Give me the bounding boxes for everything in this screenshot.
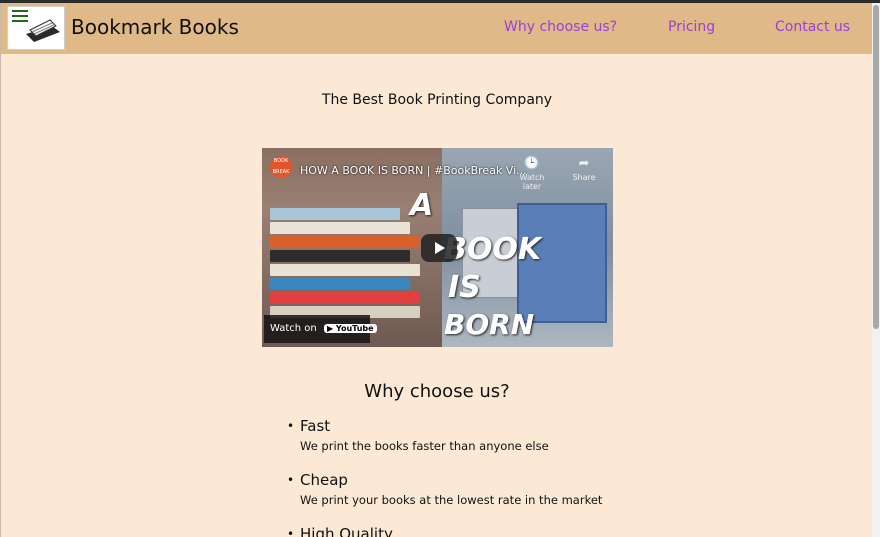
watch-on-youtube-button[interactable]: Watch on ▶ YouTube (264, 315, 377, 343)
feature-description: We print the books faster than anyone el… (300, 439, 549, 453)
share-button[interactable]: ➦ Share (568, 156, 600, 182)
video-title[interactable]: HOW A BOOK IS BORN | #BookBreak Vi... (300, 164, 527, 177)
share-icon: ➦ (578, 156, 590, 171)
nav-contact-us[interactable]: Contact us (775, 19, 850, 35)
overlay-word-book: BOOK (444, 232, 542, 267)
feature-item: High Quality (287, 524, 767, 537)
page-viewport: Bookmark Books Why choose us? Pricing Co… (0, 3, 872, 537)
play-icon[interactable] (421, 234, 457, 262)
youtube-logo-icon: ▶ YouTube (323, 324, 377, 333)
brand-name: Bookmark Books (71, 15, 239, 39)
video-embed[interactable]: A BOOK IS BORN BOOK BREAK HOW A BOOK IS … (262, 148, 613, 347)
feature-description: We print your books at the lowest rate i… (300, 493, 603, 507)
book-icon (26, 19, 60, 42)
nav-pricing[interactable]: Pricing (668, 19, 715, 35)
nav-why-choose-us[interactable]: Why choose us? (504, 19, 617, 35)
features-list: Fast We print the books faster than anyo… (287, 416, 767, 537)
overlay-word-born: BORN (444, 308, 535, 341)
feature-item: Cheap We print your books at the lowest … (287, 470, 767, 508)
channel-avatar[interactable]: BOOK BREAK (270, 156, 292, 178)
scrollbar-thumb[interactable] (873, 5, 879, 329)
logo[interactable] (7, 6, 65, 50)
feature-name: Fast (287, 416, 767, 436)
feature-item: Fast We print the books faster than anyo… (287, 416, 767, 454)
clock-icon: 🕒 (523, 156, 541, 171)
feature-name: High Quality (287, 524, 767, 537)
feature-name: Cheap (287, 470, 767, 490)
watch-later-button[interactable]: 🕒 Watch later (510, 156, 554, 191)
scrollbar[interactable] (872, 3, 880, 537)
section-title-why-choose-us: Why choose us? (364, 381, 510, 402)
overlay-word-a: A (410, 188, 434, 223)
overlay-word-is: IS (448, 270, 481, 305)
tagline: The Best Book Printing Company (321, 92, 553, 108)
site-header: Bookmark Books Why choose us? Pricing Co… (1, 3, 872, 54)
